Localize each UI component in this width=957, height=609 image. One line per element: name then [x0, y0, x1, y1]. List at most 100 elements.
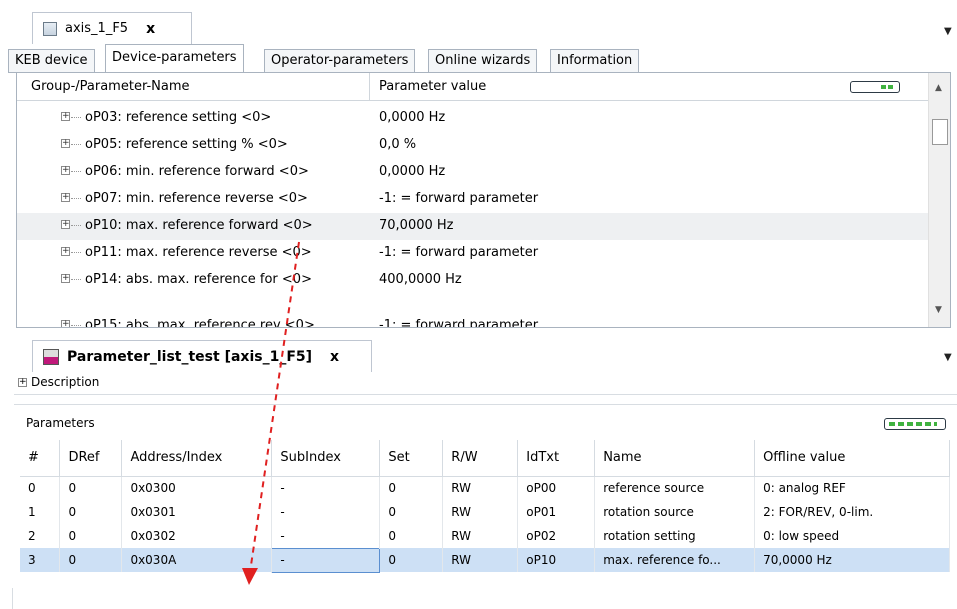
- header-divider: [369, 73, 370, 101]
- scroll-up-arrow-icon[interactable]: ▲: [935, 83, 942, 93]
- table-row-selected[interactable]: 3 0 0x030A - 0 RW oP10 max. reference fo…: [20, 547, 950, 573]
- cell-name: rotation source: [594, 500, 756, 524]
- cell-offline-value: 0: analog REF: [754, 476, 950, 500]
- divider: [14, 404, 957, 405]
- expand-plus-icon[interactable]: +: [61, 112, 70, 121]
- expand-plus-icon[interactable]: +: [61, 139, 70, 148]
- column-header[interactable]: Offline value: [754, 440, 950, 477]
- cell-address: 0x0301: [121, 500, 273, 524]
- cell-idtxt: oP02: [517, 524, 596, 548]
- cell-offline-value: 2: FOR/REV, 0-lim.: [754, 500, 950, 524]
- cell-rw: RW: [442, 548, 519, 572]
- expand-plus-icon[interactable]: +: [61, 166, 70, 175]
- tree-row-name: oP11: max. reference reverse <0>: [85, 245, 312, 260]
- expand-plus-icon[interactable]: +: [61, 193, 70, 202]
- column-header[interactable]: IdTxt: [517, 440, 596, 477]
- scroll-down-arrow-icon[interactable]: ▼: [935, 305, 942, 315]
- cell-idtxt: oP00: [517, 476, 596, 500]
- document-tab-title: axis_1_F5: [65, 21, 129, 36]
- cell-rw: RW: [442, 524, 519, 548]
- tree-row[interactable]: + oP11: max. reference reverse <0> -1: =…: [17, 240, 930, 267]
- column-header[interactable]: Set: [379, 440, 444, 477]
- document-tab-axis[interactable]: axis_1_F5 x: [32, 12, 192, 44]
- expand-plus-icon[interactable]: +: [61, 220, 70, 229]
- tab-operator-parameters[interactable]: Operator-parameters: [264, 49, 416, 73]
- cell-offline-value: 0: low speed: [754, 524, 950, 548]
- tree-row[interactable]: + oP07: min. reference reverse <0> -1: =…: [17, 186, 930, 213]
- tree-row[interactable]: + oP14: abs. max. reference for <0> 400,…: [17, 267, 930, 294]
- close-icon[interactable]: x: [146, 21, 155, 37]
- cell-name: reference source: [594, 476, 756, 500]
- divider: [14, 394, 957, 395]
- document-icon: [43, 21, 57, 36]
- cell-set: 0: [379, 548, 444, 572]
- expand-plus-icon[interactable]: +: [18, 377, 27, 387]
- parameters-label: Parameters: [26, 416, 95, 430]
- dropdown-arrow-icon[interactable]: ▼: [944, 26, 952, 37]
- tab-device-parameters[interactable]: Device-parameters: [105, 44, 244, 73]
- tab-information[interactable]: Information: [550, 49, 640, 73]
- cell-dref: 0: [59, 500, 123, 524]
- cell-index: 1: [20, 500, 61, 524]
- column-header[interactable]: R/W: [442, 440, 519, 477]
- expand-plus-icon[interactable]: +: [61, 274, 70, 283]
- tree-row[interactable]: + oP06: min. reference forward <0> 0,000…: [17, 159, 930, 186]
- column-header-value[interactable]: Parameter value: [379, 79, 486, 94]
- cell-index: 2: [20, 524, 61, 548]
- tree-row-value: 0,0000 Hz: [379, 164, 446, 179]
- expand-plus-icon[interactable]: +: [61, 320, 70, 327]
- tree-row-value: -1: = forward parameter: [379, 191, 539, 206]
- column-header-name[interactable]: Group-/Parameter-Name: [31, 79, 190, 94]
- tree-row-value: 400,0000 Hz: [379, 272, 462, 287]
- cell-subindex: -: [271, 500, 381, 524]
- tree-row-highlighted[interactable]: + oP10: max. reference forward <0> 70,00…: [17, 213, 930, 240]
- tree-row[interactable]: + oP03: reference setting <0> 0,0000 Hz: [17, 105, 930, 132]
- tree-row-value: -1: = forward parameter: [379, 318, 539, 328]
- table-row[interactable]: 0 0 0x0300 - 0 RW oP00 reference source …: [20, 476, 950, 500]
- tab-keb-device[interactable]: KEB device: [8, 49, 95, 73]
- cell-address: 0x030A: [121, 548, 273, 572]
- column-header[interactable]: DRef: [59, 440, 123, 477]
- scrollbar-thumb[interactable]: [932, 119, 948, 145]
- cell-index: 0: [20, 476, 61, 500]
- parameters-table: # DRef Address/Index SubIndex Set R/W Id…: [20, 440, 950, 573]
- description-section[interactable]: + Description: [18, 372, 99, 392]
- status-indicator-icon: [850, 81, 900, 93]
- table-row[interactable]: 1 0 0x0301 - 0 RW oP01 rotation source 2…: [20, 500, 950, 524]
- column-header[interactable]: Address/Index: [121, 440, 273, 477]
- close-icon[interactable]: x: [330, 349, 339, 365]
- vertical-scrollbar[interactable]: ▲ ▼: [928, 73, 950, 327]
- cell-set: 0: [379, 500, 444, 524]
- cell-index: 3: [20, 548, 61, 572]
- tree-row-name: oP06: min. reference forward <0>: [85, 164, 309, 179]
- tree-row[interactable]: + oP05: reference setting % <0> 0,0 %: [17, 132, 930, 159]
- cell-name: rotation setting: [594, 524, 756, 548]
- column-header[interactable]: Name: [594, 440, 756, 477]
- tab-online-wizards[interactable]: Online wizards: [428, 49, 538, 73]
- column-header[interactable]: SubIndex: [271, 440, 381, 477]
- cell-address: 0x0300: [121, 476, 273, 500]
- cell-subindex: -: [271, 476, 381, 500]
- cell-set: 0: [379, 524, 444, 548]
- tree-row-partial[interactable]: + oP15: abs. max. reference rev <0> -1: …: [17, 313, 930, 328]
- cell-dref: 0: [59, 476, 123, 500]
- expand-plus-icon[interactable]: +: [61, 247, 70, 256]
- cell-name: max. reference fo...: [594, 548, 756, 572]
- tree-row-value: 70,0000 Hz: [379, 218, 454, 233]
- tree-row-name: oP10: max. reference forward <0>: [85, 218, 313, 233]
- tree-header: Group-/Parameter-Name Parameter value: [17, 73, 930, 101]
- cell-dref: 0: [59, 524, 123, 548]
- keb-icon: [43, 348, 59, 365]
- dropdown-arrow-icon[interactable]: ▼: [944, 352, 952, 363]
- cell-rw: RW: [442, 500, 519, 524]
- table-row[interactable]: 2 0 0x0302 - 0 RW oP02 rotation setting …: [20, 524, 950, 548]
- cell-offline-value: 70,0000 Hz: [754, 548, 950, 572]
- document-tab-parameter-list[interactable]: Parameter_list_test [axis_1_F5] x: [32, 340, 372, 372]
- tree-row-value: 0,0000 Hz: [379, 110, 446, 125]
- cell-idtxt: oP01: [517, 500, 596, 524]
- cell-subindex-focused[interactable]: -: [271, 547, 381, 573]
- divider: [12, 588, 13, 609]
- column-header[interactable]: #: [20, 440, 61, 477]
- cell-address: 0x0302: [121, 524, 273, 548]
- parameter-list-title: Parameter_list_test [axis_1_F5]: [67, 348, 313, 365]
